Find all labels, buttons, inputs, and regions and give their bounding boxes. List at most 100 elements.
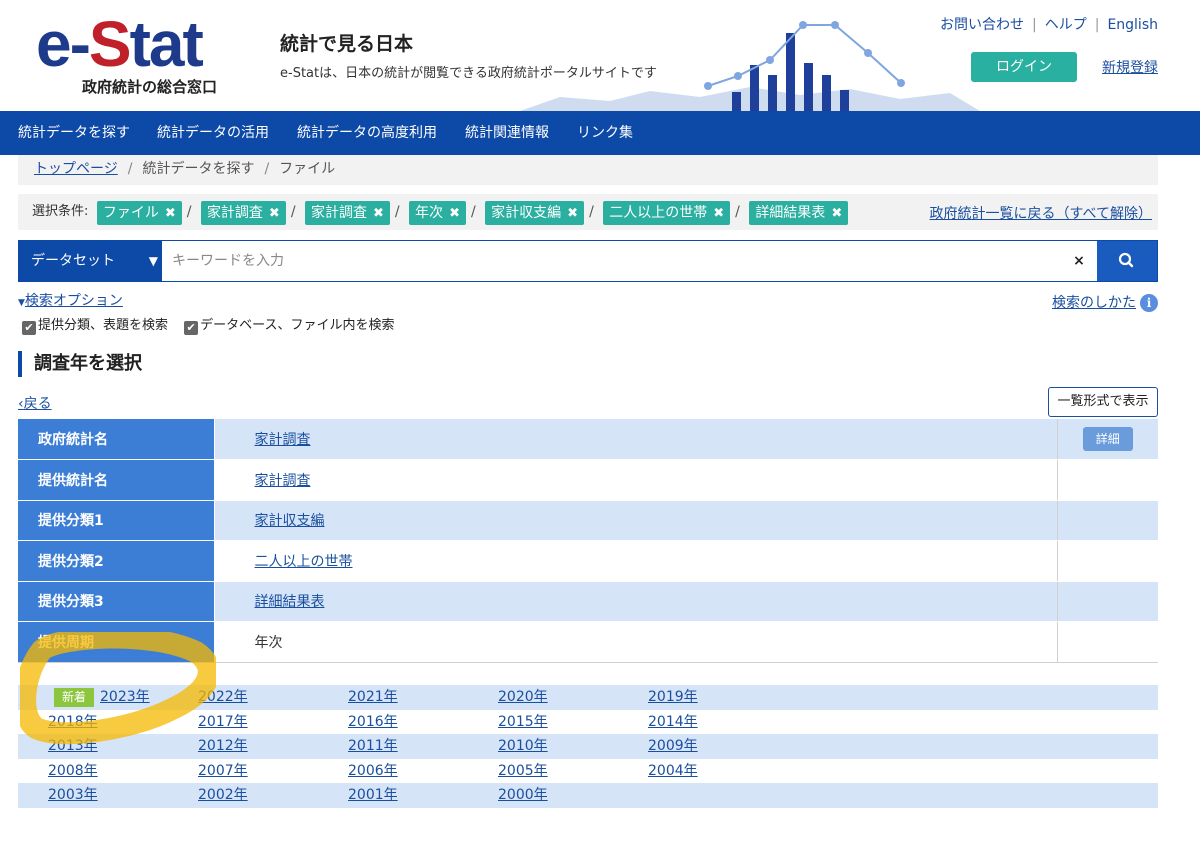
year-link[interactable]: 2018年 — [48, 714, 98, 731]
breadcrumb: トップページ / 統計データを探す / ファイル — [18, 155, 1158, 185]
year-row: 2013年 2012年 2011年 2010年 2009年 — [18, 734, 1158, 759]
remove-icon[interactable]: ✖ — [567, 202, 578, 226]
contact-link[interactable]: お問い合わせ — [940, 17, 1024, 33]
clear-icon[interactable]: × — [1069, 241, 1089, 281]
year-link[interactable]: 2005年 — [498, 763, 548, 780]
nav-advanced-use[interactable]: 統計データの高度利用 — [297, 111, 437, 155]
year-row: 新着 2023年 2022年 2021年 2020年 2019年 — [18, 685, 1158, 710]
breadcrumb-file: ファイル — [279, 161, 336, 177]
year-link[interactable]: 2004年 — [648, 763, 698, 780]
row-value-link[interactable]: 詳細結果表 — [255, 594, 325, 610]
year-link[interactable]: 2016年 — [348, 714, 398, 731]
condition-tag[interactable]: 家計調査 ✖ — [200, 201, 286, 226]
condition-tag[interactable]: 詳細結果表 ✖ — [749, 201, 849, 226]
year-link[interactable]: 2000年 — [498, 787, 548, 804]
year-row: 2003年 2002年 2001年 2000年 — [18, 783, 1158, 808]
row-value-link[interactable]: 家計収支編 — [255, 513, 325, 529]
year-link[interactable]: 2012年 — [198, 738, 248, 755]
remove-icon[interactable]: ✖ — [713, 202, 724, 226]
year-link[interactable]: 2014年 — [648, 714, 698, 731]
year-link[interactable]: 2006年 — [348, 763, 398, 780]
year-link[interactable]: 2017年 — [198, 714, 248, 731]
condition-tag[interactable]: ファイル ✖ — [96, 201, 182, 226]
register-link[interactable]: 新規登録 — [1102, 57, 1158, 77]
row-value: 年次 — [254, 634, 283, 651]
help-link[interactable]: ヘルプ — [1045, 17, 1087, 33]
breadcrumb-top[interactable]: トップページ — [34, 161, 118, 177]
header-links: お問い合わせ | ヘルプ | English — [940, 17, 1158, 33]
nav-use-data[interactable]: 統計データの活用 — [157, 111, 269, 155]
table-row: 政府統計名 家計調査 詳細 — [18, 419, 1158, 460]
search-type-select[interactable]: データセット ▼ — [19, 241, 162, 281]
selected-conditions: 選択条件: ファイル ✖ / 家計調査 ✖ / 家計調査 ✖ / 年次 ✖ / 家計収支編 ✖ / … — [18, 194, 1158, 230]
year-list: 新着 2023年 2022年 2021年 2020年 2019年 2018年 2… — [18, 685, 1158, 808]
search-input[interactable] — [162, 241, 1062, 281]
chevron-down-icon: ▼ — [148, 254, 158, 268]
remove-icon[interactable]: ✖ — [373, 202, 384, 226]
row-value-link[interactable]: 家計調査 — [255, 473, 311, 489]
page-title: 調査年を選択 — [18, 351, 142, 377]
condition-tag[interactable]: 年次 ✖ — [409, 201, 466, 225]
survey-info-table: 政府統計名 家計調査 詳細 提供統計名 家計調査 提供分類1 家計収支編 提供分類2 二人… — [18, 419, 1158, 663]
year-link[interactable]: 2022年 — [198, 689, 248, 706]
nav-find-data[interactable]: 統計データを探す — [18, 111, 130, 155]
search-button[interactable] — [1097, 241, 1157, 281]
remove-icon[interactable]: ✖ — [165, 202, 176, 226]
checkbox-checked-icon[interactable]: ✔ — [184, 321, 199, 335]
search-bar: データセット▼ × — [18, 240, 1158, 282]
logo-wordmark: e-Stat — [36, 8, 204, 80]
logo-subtitle: 政府統計の総合窓口 — [82, 78, 218, 96]
back-link[interactable]: ‹戻る — [18, 393, 52, 413]
checkbox-checked-icon[interactable]: ✔ — [22, 321, 36, 335]
row-label: 提供分類3 — [18, 581, 215, 622]
year-link[interactable]: 2007年 — [198, 763, 248, 780]
row-label: 提供分類1 — [18, 500, 215, 541]
row-value-link[interactable]: 家計調査 — [255, 432, 311, 448]
condition-tag[interactable]: 二人以上の世帯 ✖ — [603, 201, 731, 226]
year-link[interactable]: 2021年 — [348, 689, 398, 706]
year-link[interactable]: 2015年 — [498, 714, 548, 731]
header-chart-illustration — [520, 21, 980, 111]
year-link[interactable]: 2009年 — [648, 738, 698, 755]
nav-related-info[interactable]: 統計関連情報 — [465, 111, 549, 155]
year-link[interactable]: 2001年 — [348, 787, 398, 804]
estat-logo[interactable]: e-Stat 政府統計の総合窓口 — [36, 6, 236, 101]
detail-button[interactable]: 詳細 — [1082, 427, 1133, 451]
reset-conditions-link[interactable]: 政府統計一覧に戻る（すべて解除） — [930, 203, 1152, 223]
english-link[interactable]: English — [1107, 17, 1158, 33]
remove-icon[interactable]: ✖ — [449, 202, 460, 226]
remove-icon[interactable]: ✖ — [269, 202, 280, 226]
year-link[interactable]: 2013年 — [48, 738, 98, 755]
row-label: 政府統計名 — [18, 419, 215, 460]
row-label: 提供統計名 — [18, 459, 215, 501]
search-howto[interactable]: 検索のしかた i — [1052, 292, 1158, 312]
breadcrumb-find-data: 統計データを探す — [142, 161, 255, 177]
year-link[interactable]: 2011年 — [348, 738, 398, 755]
condition-tag[interactable]: 家計調査 ✖ — [305, 201, 390, 225]
table-row: 提供統計名 家計調査 — [18, 459, 1158, 501]
nav-links[interactable]: リンク集 — [577, 111, 633, 155]
year-row: 2008年 2007年 2006年 2005年 2004年 — [18, 759, 1158, 784]
search-icon — [1118, 252, 1134, 268]
search-scope-checks: ✔ 提供分類、表題を検索 ✔ データベース、ファイル内を検索 — [22, 314, 407, 335]
year-link[interactable]: 2010年 — [498, 738, 548, 755]
row-label: 提供分類2 — [18, 540, 215, 582]
list-view-button[interactable]: 一覧形式で表示 — [1048, 387, 1158, 417]
check-classification[interactable]: ✔ 提供分類、表題を検索 — [22, 314, 168, 335]
login-button[interactable]: ログイン — [971, 52, 1077, 82]
condition-tag[interactable]: 家計収支編 ✖ — [485, 201, 585, 226]
remove-icon[interactable]: ✖ — [831, 202, 842, 226]
year-link[interactable]: 2002年 — [198, 787, 248, 804]
new-badge: 新着 — [54, 688, 94, 707]
year-link[interactable]: 2008年 — [48, 763, 98, 780]
search-options-toggle[interactable]: ▼検索オプション — [18, 290, 123, 310]
check-database[interactable]: ✔ データベース、ファイル内を検索 — [184, 314, 395, 335]
year-link[interactable]: 2023年 — [100, 689, 150, 706]
table-row: 提供分類1 家計収支編 — [18, 500, 1158, 541]
year-link[interactable]: 2020年 — [498, 689, 548, 706]
year-link[interactable]: 2003年 — [48, 787, 98, 804]
row-value-link[interactable]: 二人以上の世帯 — [255, 554, 353, 570]
table-row: 提供分類2 二人以上の世帯 — [18, 540, 1158, 582]
site-title: 統計で見る日本 — [280, 33, 414, 55]
year-link[interactable]: 2019年 — [648, 689, 698, 706]
